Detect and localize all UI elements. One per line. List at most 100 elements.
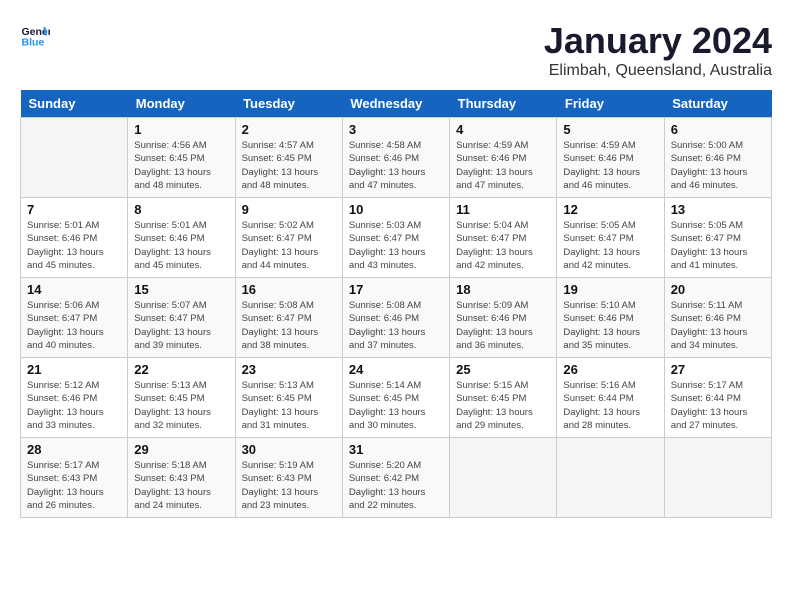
day-info: Sunrise: 5:03 AMSunset: 6:47 PMDaylight:… xyxy=(349,219,443,272)
day-number: 6 xyxy=(671,122,765,137)
calendar-cell: 2 Sunrise: 4:57 AMSunset: 6:45 PMDaylight… xyxy=(235,118,342,198)
day-info: Sunrise: 5:20 AMSunset: 6:42 PMDaylight:… xyxy=(349,459,443,512)
weekday-header-wednesday: Wednesday xyxy=(342,90,449,118)
calendar-cell: 25 Sunrise: 5:15 AMSunset: 6:45 PMDayligh… xyxy=(450,358,557,438)
day-number: 22 xyxy=(134,362,228,377)
weekday-header-row: SundayMondayTuesdayWednesdayThursdayFrid… xyxy=(21,90,772,118)
day-info: Sunrise: 5:05 AMSunset: 6:47 PMDaylight:… xyxy=(671,219,765,272)
day-info: Sunrise: 5:01 AMSunset: 6:46 PMDaylight:… xyxy=(134,219,228,272)
calendar-header: SundayMondayTuesdayWednesdayThursdayFrid… xyxy=(21,90,772,118)
day-number: 30 xyxy=(242,442,336,457)
calendar-cell: 5Sunrise: 4:59 AMSunset: 6:46 PMDaylight… xyxy=(557,118,664,198)
day-info: Sunrise: 5:08 AMSunset: 6:47 PMDaylight:… xyxy=(242,299,336,352)
day-info: Sunrise: 5:01 AMSunset: 6:46 PMDaylight:… xyxy=(27,219,121,272)
calendar-cell: 10 Sunrise: 5:03 AMSunset: 6:47 PMDayligh… xyxy=(342,198,449,278)
calendar-cell: 1 Sunrise: 4:56 AMSunset: 6:45 PMDaylight… xyxy=(128,118,235,198)
location-subtitle: Elimbah, Queensland, Australia xyxy=(544,62,772,80)
day-number: 2 xyxy=(242,122,336,137)
day-number: 9 xyxy=(242,202,336,217)
calendar-cell xyxy=(450,438,557,518)
day-info: Sunrise: 5:09 AMSunset: 6:46 PMDaylight:… xyxy=(456,299,550,352)
month-title: January 2024 xyxy=(544,20,772,62)
calendar-cell: 20 Sunrise: 5:11 AMSunset: 6:46 PMDayligh… xyxy=(664,278,771,358)
day-info: Sunrise: 4:59 AMSunset: 6:46 PMDaylight:… xyxy=(456,139,550,192)
weekday-header-sunday: Sunday xyxy=(21,90,128,118)
day-number: 10 xyxy=(349,202,443,217)
day-number: 20 xyxy=(671,282,765,297)
day-number: 7 xyxy=(27,202,121,217)
week-row-4: 21 Sunrise: 5:12 AMSunset: 6:46 PMDayligh… xyxy=(21,358,772,438)
calendar-cell xyxy=(557,438,664,518)
weekday-header-thursday: Thursday xyxy=(450,90,557,118)
day-number: 1 xyxy=(134,122,228,137)
day-number: 16 xyxy=(242,282,336,297)
day-number: 12 xyxy=(563,202,657,217)
day-number: 3 xyxy=(349,122,443,137)
day-number: 29 xyxy=(134,442,228,457)
calendar-body: 1 Sunrise: 4:56 AMSunset: 6:45 PMDaylight… xyxy=(21,118,772,518)
calendar-cell: 9 Sunrise: 5:02 AMSunset: 6:47 PMDaylight… xyxy=(235,198,342,278)
day-number: 28 xyxy=(27,442,121,457)
calendar-cell: 12 Sunrise: 5:05 AMSunset: 6:47 PMDayligh… xyxy=(557,198,664,278)
day-info: Sunrise: 5:16 AMSunset: 6:44 PMDaylight:… xyxy=(563,379,657,432)
week-row-2: 7 Sunrise: 5:01 AMSunset: 6:46 PMDaylight… xyxy=(21,198,772,278)
calendar-cell: 27Sunrise: 5:17 AMSunset: 6:44 PMDayligh… xyxy=(664,358,771,438)
week-row-1: 1 Sunrise: 4:56 AMSunset: 6:45 PMDaylight… xyxy=(21,118,772,198)
week-row-5: 28 Sunrise: 5:17 AMSunset: 6:43 PMDayligh… xyxy=(21,438,772,518)
day-info: Sunrise: 5:11 AMSunset: 6:46 PMDaylight:… xyxy=(671,299,765,352)
day-info: Sunrise: 5:02 AMSunset: 6:47 PMDaylight:… xyxy=(242,219,336,272)
day-info: Sunrise: 5:15 AMSunset: 6:45 PMDaylight:… xyxy=(456,379,550,432)
calendar-cell: 13 Sunrise: 5:05 AMSunset: 6:47 PMDayligh… xyxy=(664,198,771,278)
day-number: 13 xyxy=(671,202,765,217)
day-number: 8 xyxy=(134,202,228,217)
day-number: 25 xyxy=(456,362,550,377)
day-number: 26 xyxy=(563,362,657,377)
weekday-header-monday: Monday xyxy=(128,90,235,118)
calendar-cell: 23 Sunrise: 5:13 AMSunset: 6:45 PMDayligh… xyxy=(235,358,342,438)
calendar-cell: 30 Sunrise: 5:19 AMSunset: 6:43 PMDayligh… xyxy=(235,438,342,518)
day-info: Sunrise: 4:59 AMSunset: 6:46 PMDaylight:… xyxy=(563,139,657,192)
calendar-cell: 16 Sunrise: 5:08 AMSunset: 6:47 PMDayligh… xyxy=(235,278,342,358)
weekday-header-friday: Friday xyxy=(557,90,664,118)
weekday-header-tuesday: Tuesday xyxy=(235,90,342,118)
day-info: Sunrise: 5:17 AMSunset: 6:43 PMDaylight:… xyxy=(27,459,121,512)
calendar-cell: 18 Sunrise: 5:09 AMSunset: 6:46 PMDayligh… xyxy=(450,278,557,358)
day-info: Sunrise: 5:19 AMSunset: 6:43 PMDaylight:… xyxy=(242,459,336,512)
day-info: Sunrise: 5:13 AMSunset: 6:45 PMDaylight:… xyxy=(242,379,336,432)
day-info: Sunrise: 5:17 AMSunset: 6:44 PMDaylight:… xyxy=(671,379,765,432)
calendar-cell: 21 Sunrise: 5:12 AMSunset: 6:46 PMDayligh… xyxy=(21,358,128,438)
day-number: 11 xyxy=(456,202,550,217)
calendar-table: SundayMondayTuesdayWednesdayThursdayFrid… xyxy=(20,90,772,518)
day-info: Sunrise: 5:06 AMSunset: 6:47 PMDaylight:… xyxy=(27,299,121,352)
day-number: 15 xyxy=(134,282,228,297)
day-info: Sunrise: 5:05 AMSunset: 6:47 PMDaylight:… xyxy=(563,219,657,272)
day-number: 4 xyxy=(456,122,550,137)
day-number: 21 xyxy=(27,362,121,377)
calendar-cell xyxy=(21,118,128,198)
logo-icon: General Blue xyxy=(20,20,50,50)
day-info: Sunrise: 4:57 AMSunset: 6:45 PMDaylight:… xyxy=(242,139,336,192)
svg-text:Blue: Blue xyxy=(22,37,45,49)
calendar-cell: 28 Sunrise: 5:17 AMSunset: 6:43 PMDayligh… xyxy=(21,438,128,518)
day-number: 31 xyxy=(349,442,443,457)
day-info: Sunrise: 4:56 AMSunset: 6:45 PMDaylight:… xyxy=(134,139,228,192)
weekday-header-saturday: Saturday xyxy=(664,90,771,118)
day-number: 14 xyxy=(27,282,121,297)
calendar-cell: 24Sunrise: 5:14 AMSunset: 6:45 PMDayligh… xyxy=(342,358,449,438)
calendar-cell: 17Sunrise: 5:08 AMSunset: 6:46 PMDayligh… xyxy=(342,278,449,358)
calendar-cell: 8 Sunrise: 5:01 AMSunset: 6:46 PMDaylight… xyxy=(128,198,235,278)
day-number: 18 xyxy=(456,282,550,297)
day-number: 19 xyxy=(563,282,657,297)
calendar-cell: 29Sunrise: 5:18 AMSunset: 6:43 PMDayligh… xyxy=(128,438,235,518)
page-header: General Blue January 2024 Elimbah, Queen… xyxy=(20,20,772,80)
day-info: Sunrise: 5:12 AMSunset: 6:46 PMDaylight:… xyxy=(27,379,121,432)
day-number: 23 xyxy=(242,362,336,377)
calendar-cell: 6Sunrise: 5:00 AMSunset: 6:46 PMDaylight… xyxy=(664,118,771,198)
calendar-cell: 4 Sunrise: 4:59 AMSunset: 6:46 PMDaylight… xyxy=(450,118,557,198)
calendar-cell: 7 Sunrise: 5:01 AMSunset: 6:46 PMDaylight… xyxy=(21,198,128,278)
calendar-cell: 3Sunrise: 4:58 AMSunset: 6:46 PMDaylight… xyxy=(342,118,449,198)
calendar-cell xyxy=(664,438,771,518)
week-row-3: 14 Sunrise: 5:06 AMSunset: 6:47 PMDayligh… xyxy=(21,278,772,358)
day-number: 17 xyxy=(349,282,443,297)
calendar-cell: 11Sunrise: 5:04 AMSunset: 6:47 PMDayligh… xyxy=(450,198,557,278)
